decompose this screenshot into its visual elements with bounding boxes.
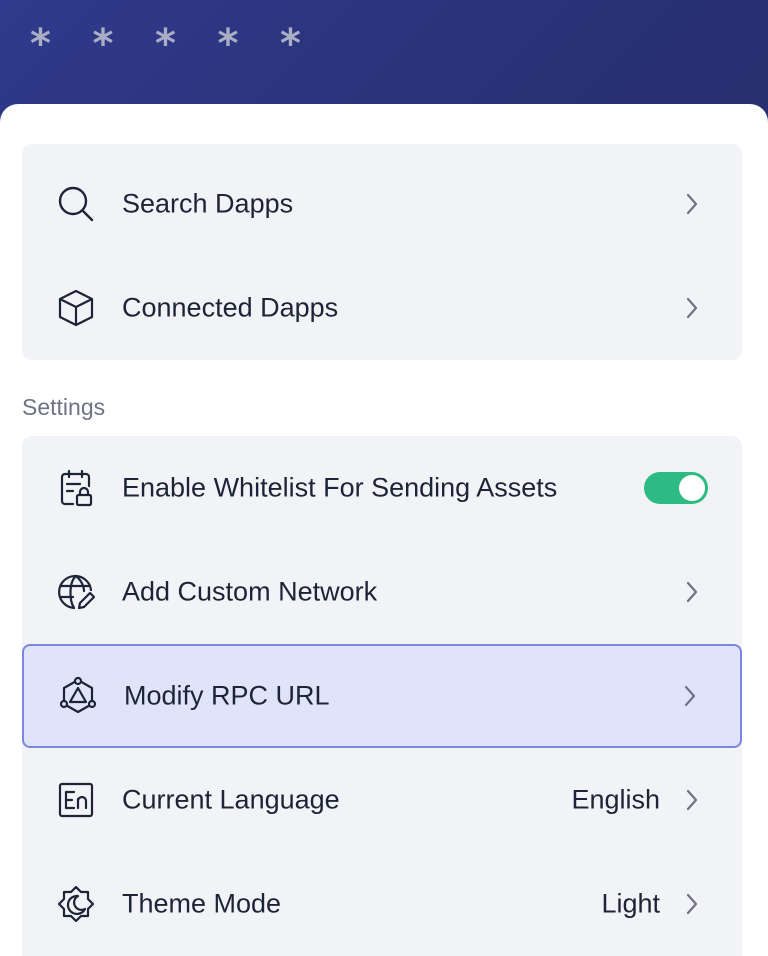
search-icon <box>56 184 96 224</box>
toggle-knob <box>679 475 705 501</box>
search-dapps-row[interactable]: Search Dapps <box>22 152 742 256</box>
chevron-right-icon <box>682 190 702 218</box>
chevron-right-icon <box>682 294 702 322</box>
theme-moon-icon <box>56 884 96 924</box>
chevron-right-icon <box>682 786 702 814</box>
dapps-card: Search Dapps Connected Dapps <box>22 144 742 360</box>
theme-mode-label: Theme Mode <box>122 888 282 919</box>
network-nodes-icon <box>58 676 98 716</box>
settings-card: Enable Whitelist For Sending Assets Add … <box>22 436 742 956</box>
add-custom-network-row[interactable]: Add Custom Network <box>22 540 742 644</box>
chevron-right-icon <box>682 578 702 606</box>
whitelist-label: Enable Whitelist For Sending Assets <box>122 472 558 503</box>
language-en-icon <box>56 780 96 820</box>
modify-rpc-url-label: Modify RPC URL <box>124 680 330 711</box>
connected-dapps-label: Connected Dapps <box>122 292 339 323</box>
current-language-row[interactable]: Current Language English <box>22 748 742 852</box>
theme-mode-value: Light <box>601 888 660 919</box>
mask-star: * <box>92 21 114 67</box>
calendar-lock-icon <box>56 468 96 508</box>
mask-star: * <box>280 21 301 67</box>
search-dapps-label: Search Dapps <box>122 188 294 219</box>
mask-star: * <box>155 21 176 67</box>
cube-icon <box>56 288 96 328</box>
connected-dapps-row[interactable]: Connected Dapps <box>22 256 742 360</box>
whitelist-toggle[interactable] <box>644 472 708 504</box>
add-custom-network-label: Add Custom Network <box>122 576 378 607</box>
settings-section-label: Settings <box>22 394 106 420</box>
masked-balance: * * * * * <box>30 24 343 64</box>
whitelist-row: Enable Whitelist For Sending Assets <box>22 436 742 540</box>
modify-rpc-url-row[interactable]: Modify RPC URL <box>22 644 742 748</box>
chevron-right-icon <box>682 890 702 918</box>
globe-edit-icon <box>56 572 96 612</box>
current-language-label: Current Language <box>122 784 340 815</box>
chevron-right-icon <box>680 682 700 710</box>
mask-star: * <box>30 21 51 67</box>
mask-star: * <box>217 21 239 67</box>
current-language-value: English <box>571 784 660 815</box>
settings-sheet: Search Dapps Connected Dapps Settings En… <box>0 104 768 956</box>
theme-mode-row[interactable]: Theme Mode Light <box>22 852 742 956</box>
